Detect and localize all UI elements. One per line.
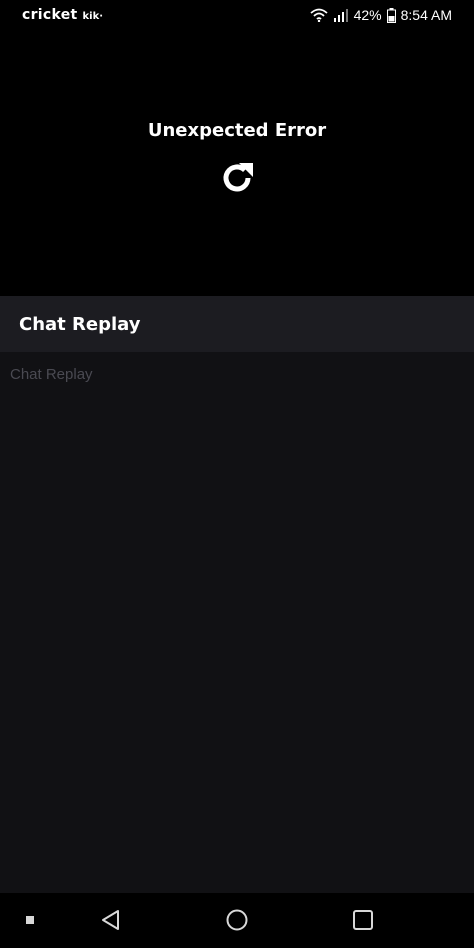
signal-icon <box>333 8 349 22</box>
back-icon <box>99 910 123 936</box>
error-title: Unexpected Error <box>147 120 327 141</box>
carrier: cricket kik· <box>22 7 103 23</box>
recent-apps-icon <box>351 910 375 936</box>
navigation-bar <box>0 893 474 948</box>
home-button[interactable] <box>225 908 249 932</box>
chat-replay-title: Chat Replay <box>19 313 141 335</box>
refresh-icon <box>218 159 256 202</box>
battery-percent: 42% <box>353 7 382 23</box>
home-icon <box>225 909 249 936</box>
carrier-app-label: kik· <box>82 11 104 22</box>
recent-apps-button[interactable] <box>351 908 375 932</box>
chat-replay-placeholder: Chat Replay <box>10 366 93 383</box>
back-button[interactable] <box>99 908 123 932</box>
refresh-button[interactable] <box>217 160 257 200</box>
chat-replay-header: Chat Replay <box>0 296 474 352</box>
dot-icon <box>26 916 34 924</box>
carrier-name: cricket <box>22 7 78 23</box>
clock: 8:54 AM <box>400 7 452 23</box>
battery-icon <box>386 7 396 23</box>
chat-replay-panel[interactable]: Chat Replay <box>0 352 474 893</box>
video-player[interactable]: Unexpected Error <box>0 30 474 296</box>
status-bar: cricket kik· 42% 8:54 AM <box>0 0 474 30</box>
wifi-icon <box>310 8 328 22</box>
status-indicators: 42% 8:54 AM <box>310 7 452 23</box>
